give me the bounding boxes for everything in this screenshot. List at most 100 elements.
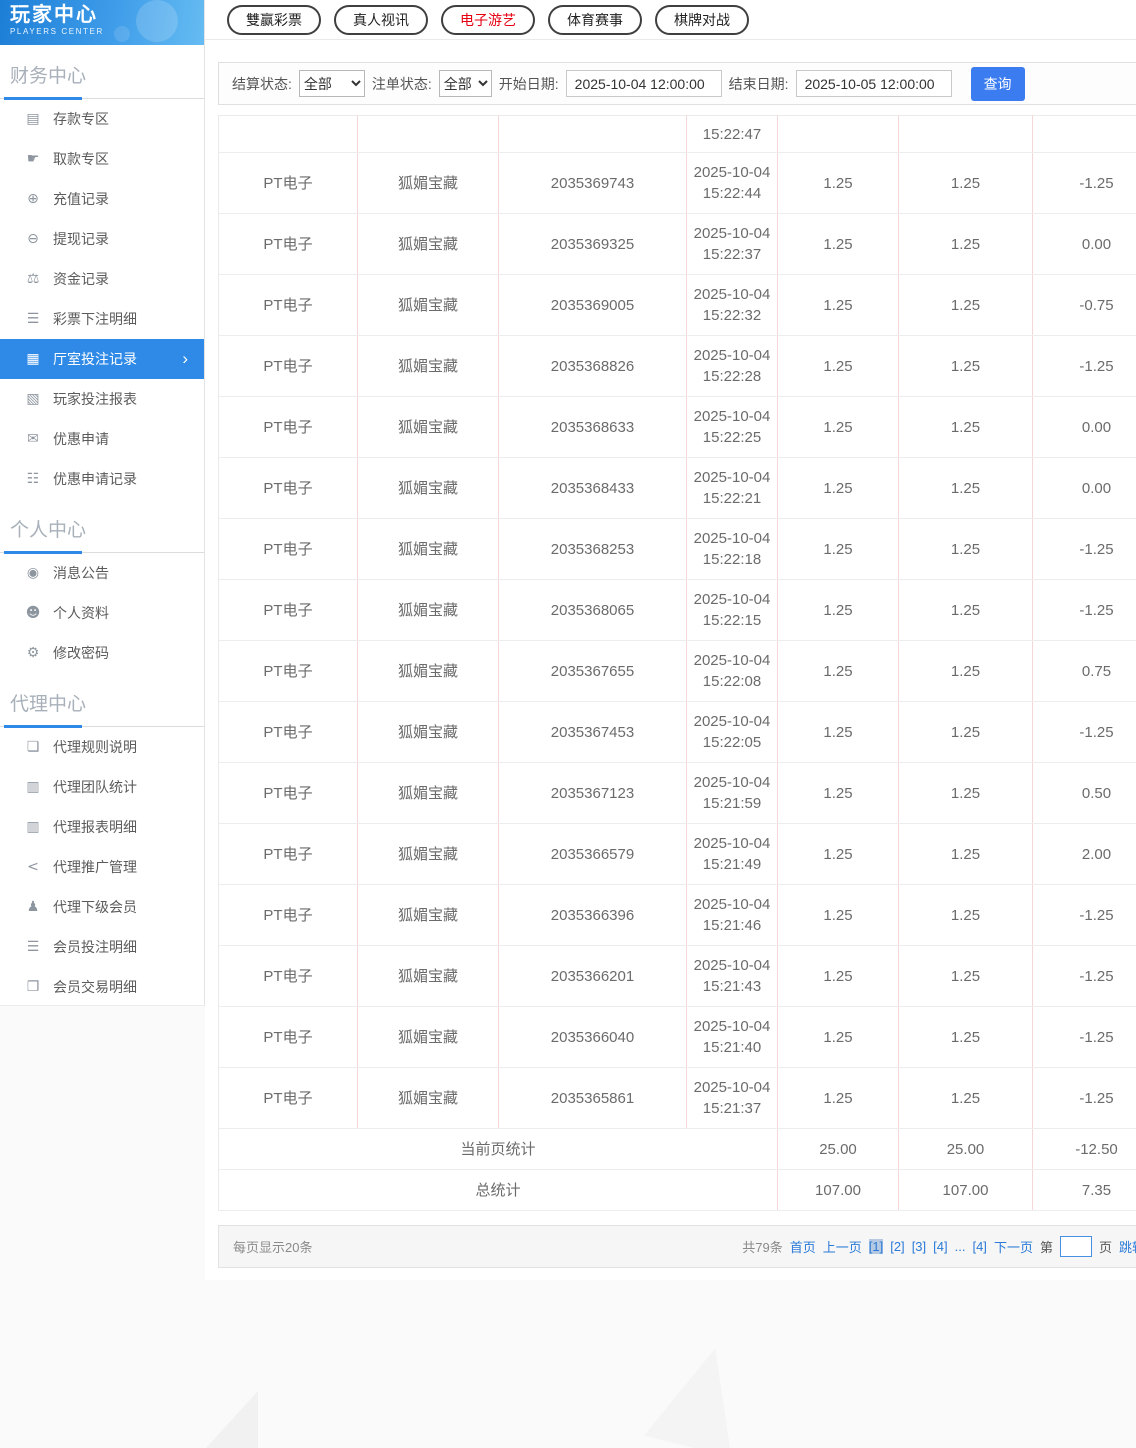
page-link[interactable]: [1] <box>868 1239 884 1254</box>
order-no-cell: 2035369743 <box>498 152 687 214</box>
sidebar-item-member-bet-details[interactable]: ☰ 会员投注明细 <box>0 927 204 967</box>
bet-date: 2025-10-04 <box>693 164 771 181</box>
tab-electronic-games[interactable]: 电子游艺 <box>441 4 535 35</box>
category-tabs: 雙赢彩票 真人视讯 电子游艺 体育赛事 棋牌对战 <box>205 0 1136 40</box>
sidebar-item-deposit-area[interactable]: ▤ 存款专区 <box>0 99 204 139</box>
bet-date: 2025-10-04 <box>693 652 771 669</box>
page-link[interactable]: [2] <box>890 1239 904 1254</box>
goto-page-input[interactable] <box>1059 1236 1092 1257</box>
member-bet-icon: ☰ <box>26 939 40 955</box>
order-no-cell: 2035368826 <box>498 335 687 397</box>
table-row: PT电子 狐媚宝藏 2035367453 2025-10-04 15:22:05 1.25… <box>218 701 1136 763</box>
sidebar-item-withdrawal-records[interactable]: ⊖ 提现记录 <box>0 219 204 259</box>
pager: 共79条 首页上一页 [1] [2] [3] [4]... [4] 下一页 第 页 跳转 <box>742 1236 1136 1257</box>
win-loss-cell: -1.25 <box>1032 701 1136 763</box>
bet-time: 15:22:44 <box>702 185 762 202</box>
sidebar-item-label: 修改密码 <box>53 645 109 661</box>
table-row: PT电子 狐媚宝藏 2035368433 2025-10-04 15:22:21 1.25… <box>218 457 1136 519</box>
bet-time: 15:21:43 <box>702 978 762 995</box>
bet-amount-cell: 1.25 <box>777 945 899 1007</box>
bet-amount-cell: 1.25 <box>777 1067 899 1129</box>
valid-bet-cell: 1.25 <box>898 274 1033 336</box>
bet-time-cell: 2025-10-04 15:22:32 <box>686 274 778 336</box>
game-cell: 狐媚宝藏 <box>357 884 499 946</box>
order-no-cell: 2035366396 <box>498 884 687 946</box>
sidebar-item-player-bet-report[interactable]: ▧ 玩家投注报表 <box>0 379 204 419</box>
game-cell: 狐媚宝藏 <box>357 701 499 763</box>
win-loss-cell <box>1032 115 1136 153</box>
page-link[interactable]: [3] <box>912 1239 926 1254</box>
tab-sports[interactable]: 体育赛事 <box>548 4 642 35</box>
game-cell: 狐媚宝藏 <box>357 518 499 580</box>
sidebar-section-title: 代理中心 <box>0 682 204 728</box>
summary-label-cell: 总统计 <box>218 1169 778 1211</box>
page-link[interactable]: 上一页 <box>823 1237 862 1256</box>
goto-page-button[interactable]: 跳转 <box>1119 1237 1136 1256</box>
withdraw-icon: ⊖ <box>27 231 39 247</box>
sidebar-item-promo-apply-records[interactable]: ☷ 优惠申请记录 <box>0 459 204 499</box>
bet-records-table: 15:22:47 PT电子 狐媚宝藏 2035369743 2025-10-04 15:2… <box>218 115 1136 1211</box>
sidebar-item-promo-apply[interactable]: ✉ 优惠申请 <box>0 419 204 459</box>
bet-time-cell: 2025-10-04 15:22:28 <box>686 335 778 397</box>
sidebar-item-agent-team-stats[interactable]: ▥ 代理团队统计 <box>0 767 204 807</box>
filter-bar: 结算状态: 全部 注单状态: 全部 开始日期: 结束日期: 查询 <box>218 62 1136 105</box>
sidebar-item-change-password[interactable]: ⚙ 修改密码 <box>0 633 204 673</box>
page-link[interactable]: ... <box>955 1239 966 1254</box>
sidebar-item-hall-bet-records[interactable]: ▦ 厅室投注记录 › <box>0 339 204 379</box>
tab-lottery[interactable]: 雙赢彩票 <box>227 4 321 35</box>
page-link[interactable]: 下一页 <box>994 1237 1033 1256</box>
game-cell: 狐媚宝藏 <box>357 274 499 336</box>
start-date-input[interactable] <box>565 70 722 97</box>
sidebar-item-member-trade-details[interactable]: ❐ 会员交易明细 <box>0 967 204 1007</box>
win-loss-cell: 0.50 <box>1032 762 1136 824</box>
query-button[interactable]: 查询 <box>970 66 1025 101</box>
settle-status-label: 结算状态: <box>232 75 292 92</box>
valid-bet-cell: 107.00 <box>898 1169 1033 1211</box>
page-link[interactable]: [4] <box>933 1239 947 1254</box>
order-status-select[interactable]: 全部 <box>438 70 492 97</box>
bet-date: 2025-10-04 <box>693 835 771 852</box>
bet-amount-cell: 1.25 <box>777 457 899 519</box>
order-no-cell: 2035366579 <box>498 823 687 885</box>
tab-board-games[interactable]: 棋牌对战 <box>655 4 749 35</box>
background-triangle-decoration <box>206 1391 258 1448</box>
sidebar-item-agent-rules[interactable]: ❏ 代理规则说明 <box>0 727 204 767</box>
valid-bet-cell: 1.25 <box>898 945 1033 1007</box>
sidebar-item-fund-records[interactable]: ⚖ 资金记录 <box>0 259 204 299</box>
sidebar-item-agent-sub-members[interactable]: ♟ 代理下级会员 <box>0 887 204 927</box>
sidebar-item-label: 个人资料 <box>53 605 109 621</box>
bet-time-cell: 2025-10-04 15:22:15 <box>686 579 778 641</box>
table-row: PT电子 狐媚宝藏 2035366040 2025-10-04 15:21:40 1.25… <box>218 1006 1136 1068</box>
valid-bet-cell: 1.25 <box>898 518 1033 580</box>
bet-time: 15:21:46 <box>702 917 762 934</box>
page-link[interactable]: [4] <box>972 1239 986 1254</box>
start-date-label: 开始日期: <box>498 75 559 92</box>
tab-live-video[interactable]: 真人视讯 <box>334 4 428 35</box>
sidebar-item-agent-report-details[interactable]: ▥ 代理报表明细 <box>0 807 204 847</box>
win-loss-cell: 2.00 <box>1032 823 1136 885</box>
page-link[interactable]: 首页 <box>790 1237 816 1256</box>
valid-bet-cell: 1.25 <box>898 823 1033 885</box>
bet-amount-cell: 1.25 <box>777 518 899 580</box>
valid-bet-cell: 25.00 <box>898 1128 1033 1170</box>
members-icon: ♟ <box>26 899 40 915</box>
sidebar-item-announcements[interactable]: ◉ 消息公告 <box>0 553 204 593</box>
sidebar-item-recharge-records[interactable]: ⊕ 充值记录 <box>0 179 204 219</box>
bet-amount-cell: 1.25 <box>777 579 899 641</box>
sidebar-item-profile[interactable]: ☻ 个人资料 <box>0 593 204 633</box>
valid-bet-cell <box>898 115 1033 153</box>
settle-status-select[interactable]: 全部 <box>298 70 365 97</box>
bet-date: 2025-10-04 <box>693 1018 771 1035</box>
table-row: PT电子 狐媚宝藏 2035368826 2025-10-04 15:22:28 1.25… <box>218 335 1136 397</box>
sidebar-item-agent-promotion[interactable]: < 代理推广管理 <box>0 847 204 887</box>
end-date-input[interactable] <box>795 70 952 97</box>
sidebar-item-label: 代理规则说明 <box>53 739 137 755</box>
order-no-cell: 2035369005 <box>498 274 687 336</box>
bet-time-cell: 15:22:47 <box>686 115 778 153</box>
platform-cell: PT电子 <box>218 396 358 458</box>
sidebar-item-withdraw-area[interactable]: ☛ 取款专区 <box>0 139 204 179</box>
order-no-cell <box>498 115 687 153</box>
sidebar-item-label: 代理下级会员 <box>53 899 137 915</box>
table-row: PT电子 狐媚宝藏 2035366579 2025-10-04 15:21:49 1.25… <box>218 823 1136 885</box>
sidebar-item-lottery-bet-details[interactable]: ☰ 彩票下注明细 <box>0 299 204 339</box>
